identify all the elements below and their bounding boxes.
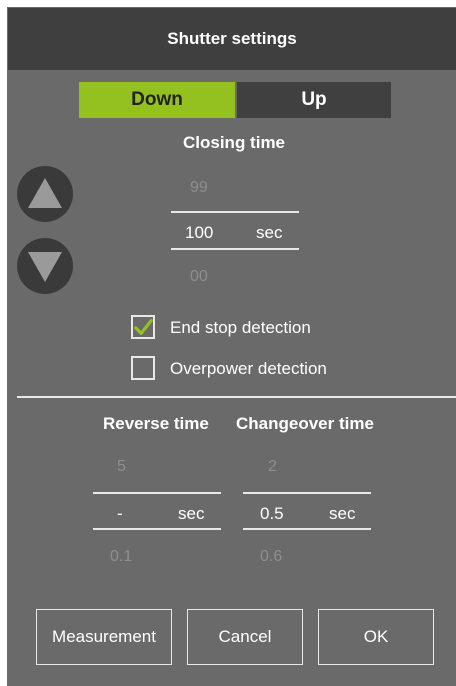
overpower-checkbox[interactable]: [131, 356, 155, 380]
closing-time-prev-value: 99: [190, 179, 208, 196]
closing-time-next-value: 00: [190, 268, 208, 285]
tab-down[interactable]: Down: [79, 82, 235, 118]
changeover-time-value[interactable]: 0.5: [260, 504, 284, 524]
tab-up[interactable]: Up: [237, 82, 391, 118]
increase-button[interactable]: [17, 166, 73, 222]
arrow-down-icon: [28, 252, 62, 282]
decrease-button[interactable]: [17, 238, 73, 294]
cancel-button[interactable]: Cancel: [187, 609, 303, 665]
checkmark-icon: [134, 319, 153, 335]
reverse-time-next-value: 0.1: [110, 548, 133, 565]
closing-time-top-line: [171, 211, 299, 213]
changeover-time-unit: sec: [329, 504, 356, 523]
end-stop-label: End stop detection: [170, 318, 311, 337]
section-divider: [17, 396, 456, 398]
reverse-time-top-line: [93, 492, 221, 494]
closing-time-bottom-line: [171, 248, 299, 250]
closing-time-value[interactable]: 100: [185, 223, 213, 243]
changeover-time-label: Changeover time: [236, 414, 374, 433]
end-stop-checkbox[interactable]: [131, 315, 155, 339]
reverse-time-prev-value: 5: [117, 458, 126, 475]
changeover-time-prev-value: 2: [268, 458, 277, 475]
closing-time-label: Closing time: [183, 133, 286, 152]
reverse-time-label: Reverse time: [103, 414, 209, 433]
changeover-time-next-value: 0.6: [260, 548, 283, 565]
arrow-up-icon: [28, 178, 62, 208]
changeover-time-bottom-line: [243, 528, 371, 530]
measurement-button[interactable]: Measurement: [36, 609, 172, 665]
reverse-time-bottom-line: [93, 528, 221, 530]
ok-button[interactable]: OK: [318, 609, 434, 665]
dialog-title: Shutter settings: [8, 8, 456, 70]
reverse-time-value[interactable]: -: [117, 504, 123, 524]
closing-time-unit: sec: [256, 223, 283, 242]
changeover-time-top-line: [243, 492, 371, 494]
reverse-time-unit: sec: [178, 504, 205, 523]
overpower-label: Overpower detection: [170, 359, 327, 378]
